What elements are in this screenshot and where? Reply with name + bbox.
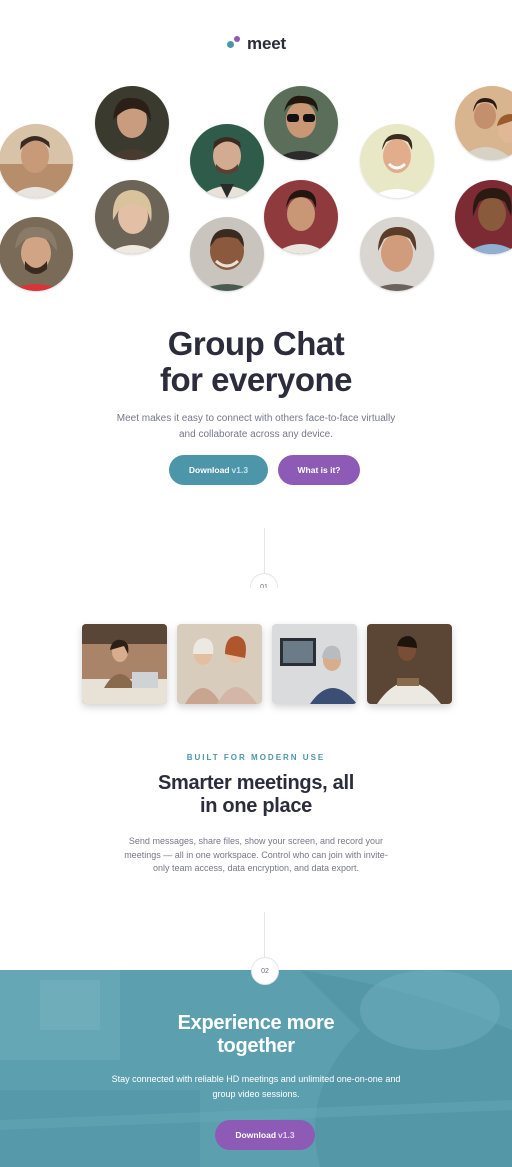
hero-title: Group Chat for everyone — [0, 326, 512, 398]
cta-download-version: v1.3 — [278, 1130, 295, 1140]
avatar-photo — [264, 86, 338, 160]
avatar-photo — [0, 124, 73, 198]
photo-friends-phone — [177, 624, 262, 704]
avatar-photo — [455, 86, 512, 160]
photo-video-call — [272, 624, 357, 704]
avatar-photo — [190, 217, 264, 291]
cta-title-line2: together — [217, 1035, 295, 1057]
logo-text: meet — [247, 34, 286, 53]
download-button[interactable]: Download v1.3 — [169, 455, 268, 485]
features-description: Send messages, share files, show your sc… — [124, 836, 388, 873]
avatar-photo — [95, 180, 169, 254]
avatar-photo — [264, 180, 338, 254]
avatar-photo — [360, 217, 434, 291]
download-version: v1.3 — [231, 465, 249, 475]
avatar-photo — [190, 124, 264, 198]
hero-title-line2: for everyone — [159, 361, 353, 398]
step-marker: 02 — [251, 957, 279, 985]
section-eyebrow: BUILT FOR MODERN USE — [186, 753, 326, 762]
hero-description: Meet makes it easy to connect with other… — [116, 413, 396, 440]
features-title: Smarter meetings, all in one place — [0, 772, 512, 818]
step-number: 02 — [261, 967, 269, 975]
avatar-photo — [95, 86, 169, 160]
avatar-photo — [455, 180, 512, 254]
step-mask — [0, 588, 512, 608]
cta-download-label: Download — [235, 1130, 277, 1140]
photo-woman-laptop — [82, 624, 167, 704]
cta-section: Experience more together Stay connected … — [0, 970, 512, 1167]
logo-mark-icon — [226, 36, 242, 52]
photo-man-phone — [367, 624, 452, 704]
what-is-it-button[interactable]: What is it? — [278, 455, 360, 485]
avatar-photo — [360, 124, 434, 198]
cta-download-button[interactable]: Download v1.3 — [215, 1120, 315, 1150]
hero-title-line1: Group Chat — [167, 325, 345, 362]
logo[interactable]: meet — [0, 34, 512, 54]
what-is-it-label: What is it? — [297, 465, 341, 475]
cta-title-line1: Experience more — [177, 1012, 335, 1034]
cta-title: Experience more together — [0, 1012, 512, 1058]
features-title-line2: in one place — [200, 795, 312, 817]
avatar-photo — [0, 217, 73, 291]
download-label: Download — [188, 465, 230, 475]
cta-description: Stay connected with reliable HD meetings… — [111, 1074, 401, 1099]
features-title-line1: Smarter meetings, all — [157, 772, 354, 794]
